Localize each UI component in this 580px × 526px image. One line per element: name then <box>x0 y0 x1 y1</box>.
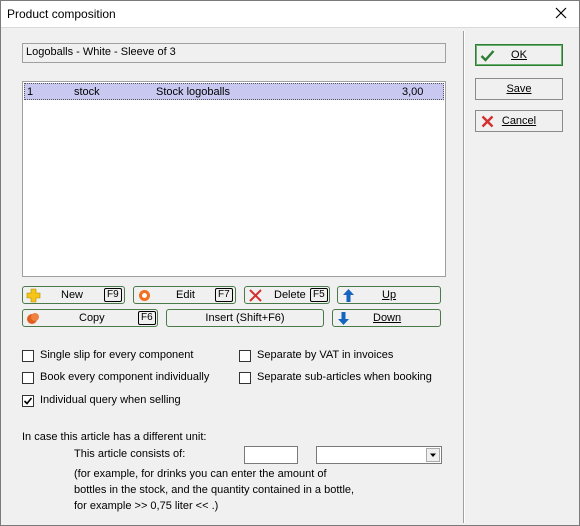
vertical-divider <box>463 31 464 523</box>
down-button[interactable]: Down <box>332 309 441 327</box>
save-label: Save <box>506 83 532 95</box>
arrow-up-icon <box>341 288 356 303</box>
dialog-window: Product composition Logoballs - White - … <box>0 0 580 526</box>
component-type: stock <box>74 86 100 98</box>
checkbox-box[interactable] <box>22 350 34 362</box>
component-index: 1 <box>27 86 34 98</box>
unit-select[interactable] <box>316 446 442 464</box>
delete-label: Delete <box>274 289 306 301</box>
ok-label: OK <box>511 49 527 61</box>
copy-label: Copy <box>79 312 105 324</box>
edit-button[interactable]: Edit F7 <box>133 286 236 304</box>
hint-line-3: for example >> 0,75 liter << .) <box>74 500 219 512</box>
checkbox-box[interactable] <box>22 395 34 407</box>
arrow-down-icon <box>336 311 351 326</box>
copy-icon <box>26 311 41 326</box>
component-name: Stock logoballs <box>156 86 230 98</box>
book-individually-label: Book every component individually <box>40 371 210 383</box>
checkbox-box[interactable] <box>22 372 34 384</box>
delete-button[interactable]: Delete F5 <box>244 286 330 304</box>
checkmark-icon <box>23 397 33 405</box>
new-label: New <box>61 289 84 301</box>
title-bar: Product composition <box>1 1 579 28</box>
article-name-field: Logoballs - White - Sleeve of 3 <box>22 43 446 63</box>
new-shortcut: F9 <box>104 288 122 302</box>
separate-vat-label: Separate by VAT in invoices <box>257 349 394 361</box>
cancel-label: Cancel <box>501 115 537 127</box>
component-quantity: 3,00 <box>402 86 424 98</box>
insert-label: Insert (Shift+F6) <box>205 312 285 324</box>
copy-button[interactable]: Copy F6 <box>22 309 158 327</box>
hint-line-1: (for example, for drinks you can enter t… <box>74 468 327 480</box>
dropdown-arrow-icon[interactable] <box>426 448 440 462</box>
plus-icon <box>26 288 41 303</box>
delete-shortcut: F5 <box>310 288 328 302</box>
window-title: Product composition <box>7 7 116 21</box>
consists-label: This article consists of: <box>74 448 186 460</box>
up-button[interactable]: Up <box>337 286 441 304</box>
checkbox-box[interactable] <box>239 372 251 384</box>
cancel-button[interactable]: Cancel <box>475 110 563 132</box>
insert-button[interactable]: Insert (Shift+F6) <box>166 309 324 327</box>
delete-icon <box>248 288 263 303</box>
edit-shortcut: F7 <box>215 288 233 302</box>
checkbox-box[interactable] <box>239 350 251 362</box>
edit-icon <box>137 288 152 303</box>
edit-label: Edit <box>176 289 195 301</box>
down-label: Down <box>373 312 402 324</box>
close-icon[interactable] <box>553 5 569 21</box>
copy-shortcut: F6 <box>138 311 156 325</box>
list-item[interactable]: 1 stock Stock logoballs 3,00 <box>24 83 444 100</box>
ok-button[interactable]: OK <box>475 44 563 66</box>
components-list[interactable]: 1 stock Stock logoballs 3,00 <box>22 81 446 277</box>
up-label: Up <box>382 289 397 301</box>
unit-quantity-input[interactable] <box>244 446 298 464</box>
single-slip-label: Single slip for every component <box>40 349 194 361</box>
save-button[interactable]: Save <box>475 78 563 100</box>
hint-line-2: bottles in the stock, and the quantity c… <box>74 484 355 496</box>
individual-query-label: Individual query when selling <box>40 394 181 406</box>
unit-heading: In case this article has a different uni… <box>22 431 207 443</box>
separate-subarticles-label: Separate sub-articles when booking <box>257 371 432 383</box>
new-button[interactable]: New F9 <box>22 286 125 304</box>
